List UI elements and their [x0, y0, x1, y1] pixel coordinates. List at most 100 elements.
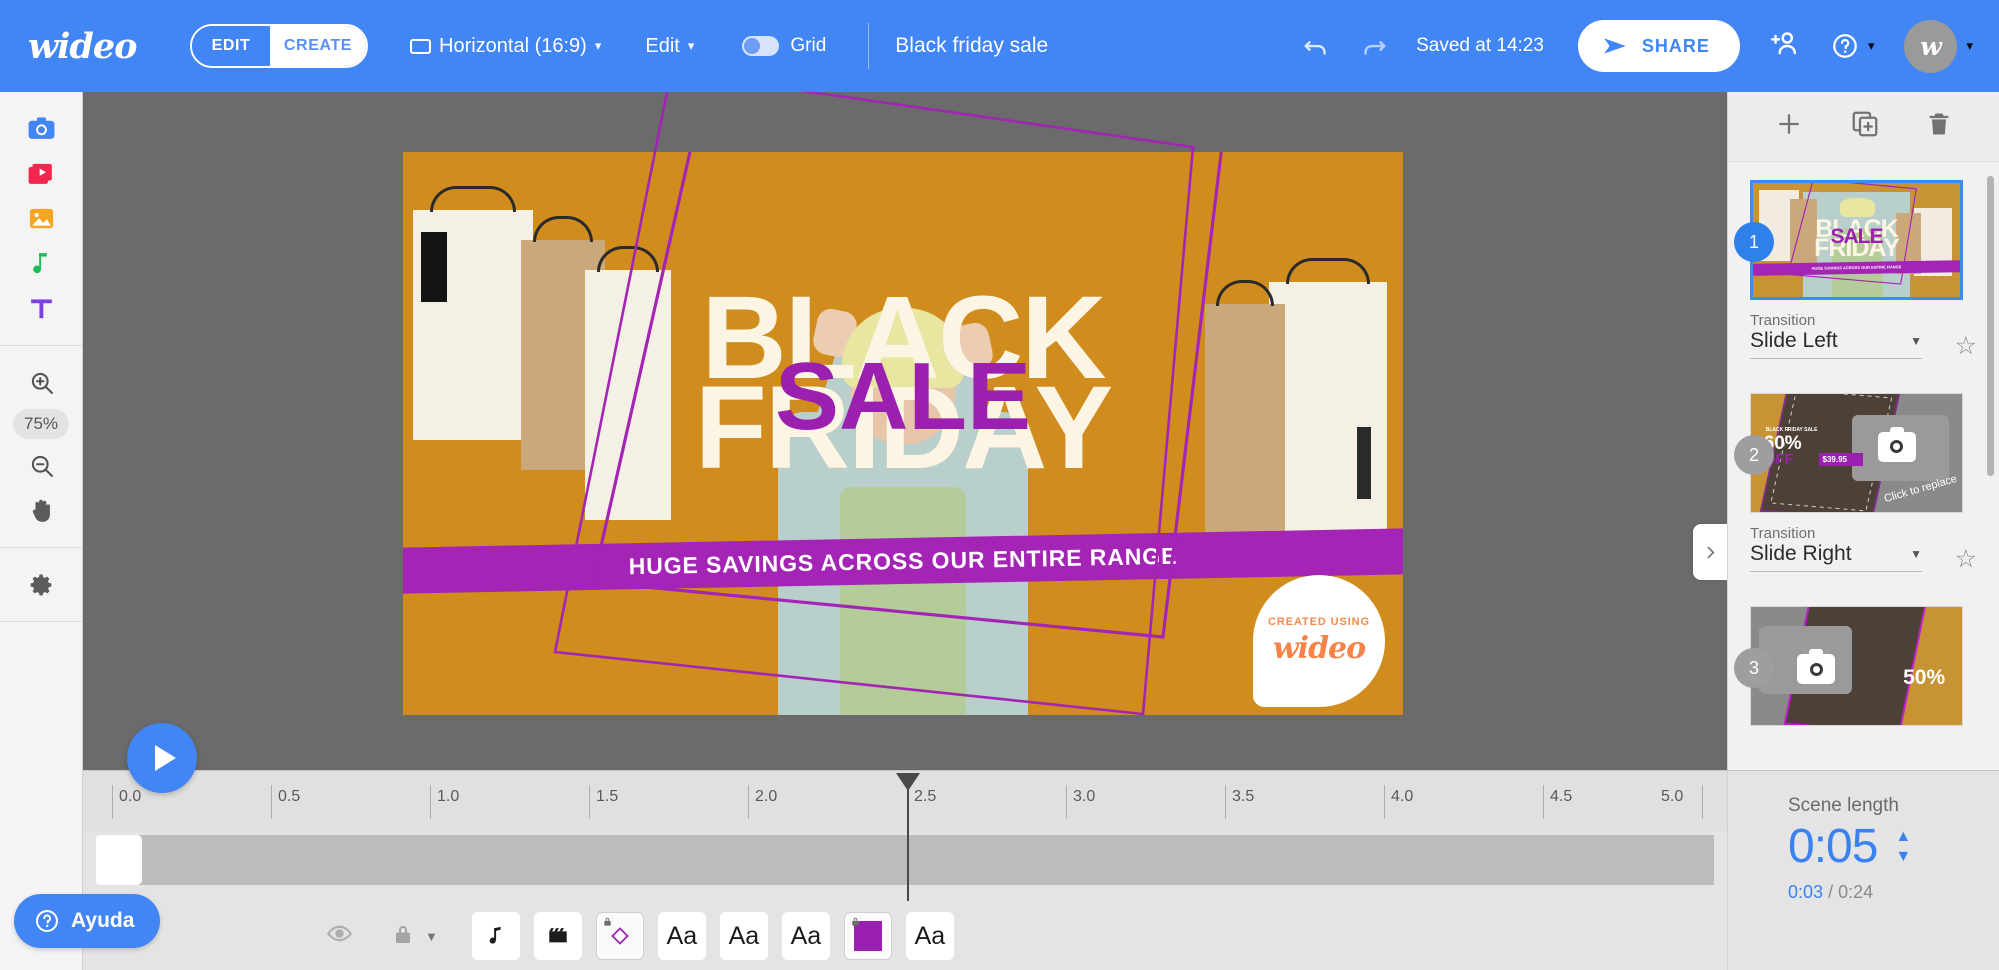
- grid-toggle[interactable]: Grid: [742, 35, 826, 57]
- scene-thumbnail[interactable]: BLACK FRIDAY SALE 60% OFF $39.95 Click t…: [1750, 393, 1963, 513]
- playhead[interactable]: [896, 773, 920, 917]
- favorite-transition-icon[interactable]: ☆: [1955, 547, 1977, 572]
- share-button[interactable]: SHARE: [1577, 20, 1740, 72]
- lock-icon[interactable]: [391, 922, 415, 951]
- thumb-sale-text: SALE: [1830, 225, 1883, 249]
- grid-switch[interactable]: [742, 36, 780, 56]
- clapperboard-icon: [549, 928, 567, 943]
- picture-icon[interactable]: [0, 196, 83, 241]
- add-scene-icon[interactable]: [1774, 109, 1804, 144]
- layer-chip-color[interactable]: [843, 912, 892, 960]
- aspect-ratio-label: Horizontal (16:9): [439, 34, 587, 57]
- duplicate-scene-icon[interactable]: [1850, 109, 1880, 144]
- layer-chip-text-3[interactable]: Aa: [781, 912, 830, 960]
- replace-image-icon[interactable]: [1877, 426, 1916, 462]
- scene-card[interactable]: 3 50%: [1734, 606, 1977, 726]
- scene-thumbnail[interactable]: 50%: [1750, 606, 1963, 726]
- left-tool-rail: 75%: [0, 92, 83, 970]
- stepper-down-icon[interactable]: ▼: [1895, 848, 1911, 864]
- stepper-up-icon[interactable]: ▲: [1895, 829, 1911, 845]
- add-user-icon[interactable]: [1768, 27, 1801, 65]
- scene-length-value[interactable]: 0:05: [1788, 819, 1878, 874]
- tab-edit[interactable]: EDIT: [192, 26, 270, 66]
- tick-label: 1.5: [596, 788, 619, 805]
- timeline-track[interactable]: [96, 835, 1714, 885]
- aspect-ratio-selector[interactable]: Horizontal (16:9) ▾: [410, 0, 601, 92]
- layer-chip-text-2[interactable]: Aa: [719, 912, 768, 960]
- scene-thumbnail[interactable]: BLACK FRIDAY SALE HUGE SAVINGS ACROSS OU…: [1750, 180, 1963, 300]
- tick-label: 1.0: [437, 788, 460, 805]
- scene-card[interactable]: 2 BLACK FRIDAY SALE 60% OFF $39.95 Click…: [1734, 393, 1977, 572]
- chevron-down-icon[interactable]: ▼: [425, 929, 438, 944]
- sale-overlay-text[interactable]: SALE: [403, 342, 1403, 452]
- scene-length-label: Scene length: [1788, 795, 1899, 816]
- gear-icon[interactable]: [0, 562, 83, 607]
- scene-card[interactable]: 1 BLACK FRIDAY SALE HUGE SAVINGS ACROSS: [1734, 180, 1977, 359]
- tick-label: 4.0: [1391, 788, 1414, 805]
- scene-length-panel: Scene length 0:05 ▲ ▼ 0:03 / 0:24: [1727, 770, 1999, 970]
- mode-toggle[interactable]: EDIT CREATE: [190, 24, 368, 68]
- edit-menu-label: Edit: [645, 34, 680, 57]
- layer-chip-text-4[interactable]: Aa: [905, 912, 954, 960]
- layer-chip-video[interactable]: [533, 912, 582, 960]
- grid-label: Grid: [790, 35, 827, 56]
- scene-canvas[interactable]: BLACK FRIDAY SALE HUGE SAVINGS ACROSS OU…: [403, 152, 1403, 715]
- help-menu[interactable]: ▾: [1831, 32, 1875, 60]
- chevron-down-icon: ▾: [1867, 38, 1875, 53]
- watermark-logo: wideo: [1272, 631, 1366, 666]
- rail-settings-section: [0, 548, 82, 622]
- transition-label: Transition: [1750, 312, 1816, 329]
- scene-list-scrollbar[interactable]: [1987, 176, 1994, 476]
- help-button-label: Ayuda: [71, 909, 135, 932]
- redo-icon[interactable]: [1358, 31, 1388, 61]
- delete-scene-icon[interactable]: [1925, 110, 1953, 143]
- transition-select[interactable]: Slide Right ▼: [1750, 542, 1922, 572]
- save-status: Saved at 14:23: [1416, 35, 1544, 56]
- music-note-icon[interactable]: [0, 241, 83, 286]
- watermark-caption: CREATED USING: [1268, 616, 1370, 628]
- send-icon: [1604, 38, 1626, 54]
- collapse-panel-button[interactable]: [1693, 524, 1727, 580]
- rectangle-icon: [410, 38, 431, 54]
- edit-menu[interactable]: Edit ▾: [645, 0, 694, 92]
- zoom-out-icon[interactable]: [0, 443, 83, 488]
- tab-create[interactable]: CREATE: [270, 26, 366, 66]
- rail-media-section: [0, 92, 82, 346]
- canvas-stage[interactable]: BLACK FRIDAY SALE HUGE SAVINGS ACROSS OU…: [83, 92, 1727, 770]
- video-icon[interactable]: [0, 151, 83, 196]
- wideo-logo[interactable]: wideo: [28, 26, 158, 67]
- zoom-in-icon[interactable]: [0, 360, 83, 405]
- current-time: 0:03: [1788, 882, 1824, 902]
- eye-icon[interactable]: [326, 920, 353, 952]
- layer-chip-text-1[interactable]: Aa: [657, 912, 706, 960]
- timeline[interactable]: 0.0 0.5 1.0 1.5 2.0 2.5 3.0 3.5 4.0 4.5 …: [83, 723, 1727, 970]
- layer-chip-audio[interactable]: [471, 912, 520, 960]
- hand-tool-icon[interactable]: [0, 488, 83, 533]
- transition-value: Slide Left: [1750, 329, 1838, 352]
- project-title[interactable]: Black friday sale: [895, 34, 1048, 58]
- scene-length-row: 0:05 ▲ ▼: [1788, 819, 1999, 874]
- favorite-transition-icon[interactable]: ☆: [1955, 334, 1977, 359]
- undo-icon[interactable]: [1302, 31, 1332, 61]
- scene-number-badge: 2: [1734, 435, 1774, 475]
- tick-label: 0.5: [278, 788, 301, 805]
- zoom-level[interactable]: 75%: [13, 409, 69, 439]
- scene-toolbar: [1728, 92, 1999, 162]
- timeline-start-handle[interactable]: [96, 835, 142, 885]
- transition-row: Slide Left ▼ ☆: [1750, 329, 1977, 359]
- camera-icon[interactable]: [0, 106, 83, 151]
- share-label: SHARE: [1641, 35, 1710, 56]
- text-icon[interactable]: [0, 286, 83, 331]
- transition-select[interactable]: Slide Left ▼: [1750, 329, 1922, 359]
- help-button[interactable]: Ayuda: [14, 894, 161, 948]
- chevron-down-icon: ▾: [1966, 38, 1973, 53]
- timeline-track-fill[interactable]: [126, 835, 1714, 885]
- avatar[interactable]: w: [1904, 19, 1958, 73]
- time-readout: 0:03 / 0:24: [1788, 882, 1999, 903]
- layer-chip-shape[interactable]: [595, 912, 644, 960]
- top-bar: wideo EDIT CREATE Horizontal (16:9) ▾ Ed…: [0, 0, 1999, 92]
- chevron-down-icon: ▾: [594, 38, 602, 53]
- replace-image-icon[interactable]: [1797, 649, 1836, 685]
- play-button[interactable]: [127, 723, 197, 793]
- account-menu[interactable]: w ▾: [1904, 19, 1973, 73]
